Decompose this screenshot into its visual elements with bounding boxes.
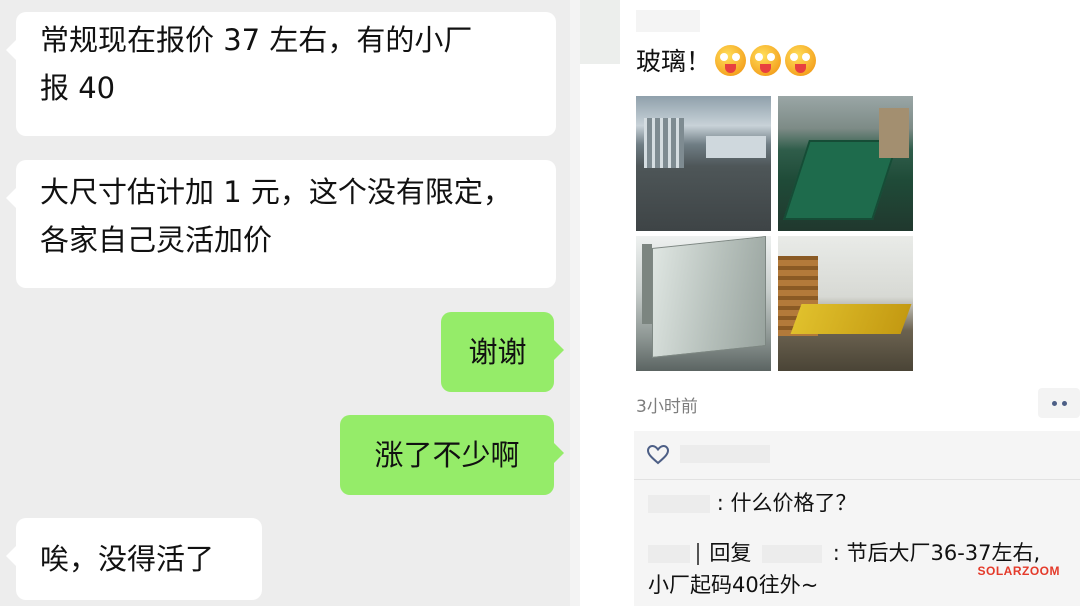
- green-conveyor-photo[interactable]: [778, 96, 913, 231]
- message-line: 谢谢: [468, 335, 527, 369]
- heart-outline-icon: [646, 444, 670, 465]
- post-caption: 玻璃！: [636, 47, 712, 76]
- panel-divider: [570, 0, 580, 606]
- chat-message-incoming[interactable]: 大尺寸估计加 1 元，这个没有限定， 各家自己灵活加价: [6, 160, 556, 288]
- tongue-out-face-icon: [750, 44, 782, 76]
- post-timestamp: 3小时前: [636, 397, 698, 417]
- dot-icon: [1061, 400, 1067, 406]
- more-options-button[interactable]: [1038, 388, 1080, 418]
- comment-reply-item[interactable]: 回复 : 节后大厂36-37左右,: [648, 537, 1040, 567]
- watermark: SOLARZOOM: [977, 564, 1060, 578]
- author-name-redacted[interactable]: [636, 10, 700, 32]
- comment-continuation: 小厂起码40往外~: [648, 569, 818, 599]
- divider: [634, 479, 1080, 480]
- chat-message-outgoing[interactable]: 涨了不少啊: [340, 415, 564, 495]
- comment-text: : 什么价格了？: [716, 491, 857, 515]
- message-line: 报 40: [40, 71, 116, 105]
- text-cursor: [696, 543, 699, 565]
- avatar[interactable]: [580, 0, 620, 64]
- glass-loading-line-photo[interactable]: [778, 236, 913, 371]
- chat-message-incoming[interactable]: 唉，没得活了: [6, 518, 262, 600]
- reply-label: 回复: [709, 541, 752, 565]
- replier-name-redacted[interactable]: [648, 545, 690, 563]
- message-line: 大尺寸估计加 1 元，这个没有限定，: [40, 175, 512, 209]
- tongue-out-face-icon: [715, 44, 747, 76]
- message-line: 常规现在报价 37 左右，有的小厂: [40, 23, 473, 57]
- comment-text: 小厂起码40往外~: [648, 573, 819, 597]
- message-line: 各家自己灵活加价: [40, 223, 273, 257]
- tongue-out-face-icon: [785, 44, 817, 76]
- reply-target-redacted[interactable]: [762, 545, 823, 563]
- factory-floor-photo[interactable]: [636, 96, 771, 231]
- dot-icon: [1051, 400, 1057, 406]
- message-line: 涨了不少啊: [374, 438, 520, 472]
- liker-names-redacted[interactable]: [680, 445, 770, 463]
- comments-section: : 什么价格了？ 回复 : 节后大厂36-37左右, 小厂起码40往外~: [634, 431, 1080, 606]
- commenter-name-redacted[interactable]: [648, 495, 710, 513]
- moments-post: 玻璃！ 3小时前 : 什么价格了？ 回复 : 节后大厂36-37左右, 小厂起码…: [580, 0, 1080, 606]
- post-text: 玻璃！: [636, 42, 817, 78]
- glass-panel-stack-photo[interactable]: [636, 236, 771, 371]
- chat-panel: 常规现在报价 37 左右，有的小厂 报 40 大尺寸估计加 1 元，这个没有限定…: [0, 0, 570, 606]
- message-line: 唉，没得活了: [40, 542, 215, 576]
- chat-message-incoming[interactable]: 常规现在报价 37 左右，有的小厂 报 40: [6, 12, 556, 136]
- chat-message-outgoing[interactable]: 谢谢: [441, 312, 564, 392]
- comment-item[interactable]: : 什么价格了？: [648, 487, 856, 517]
- comment-text: : 节后大厂36-37左右,: [832, 541, 1041, 565]
